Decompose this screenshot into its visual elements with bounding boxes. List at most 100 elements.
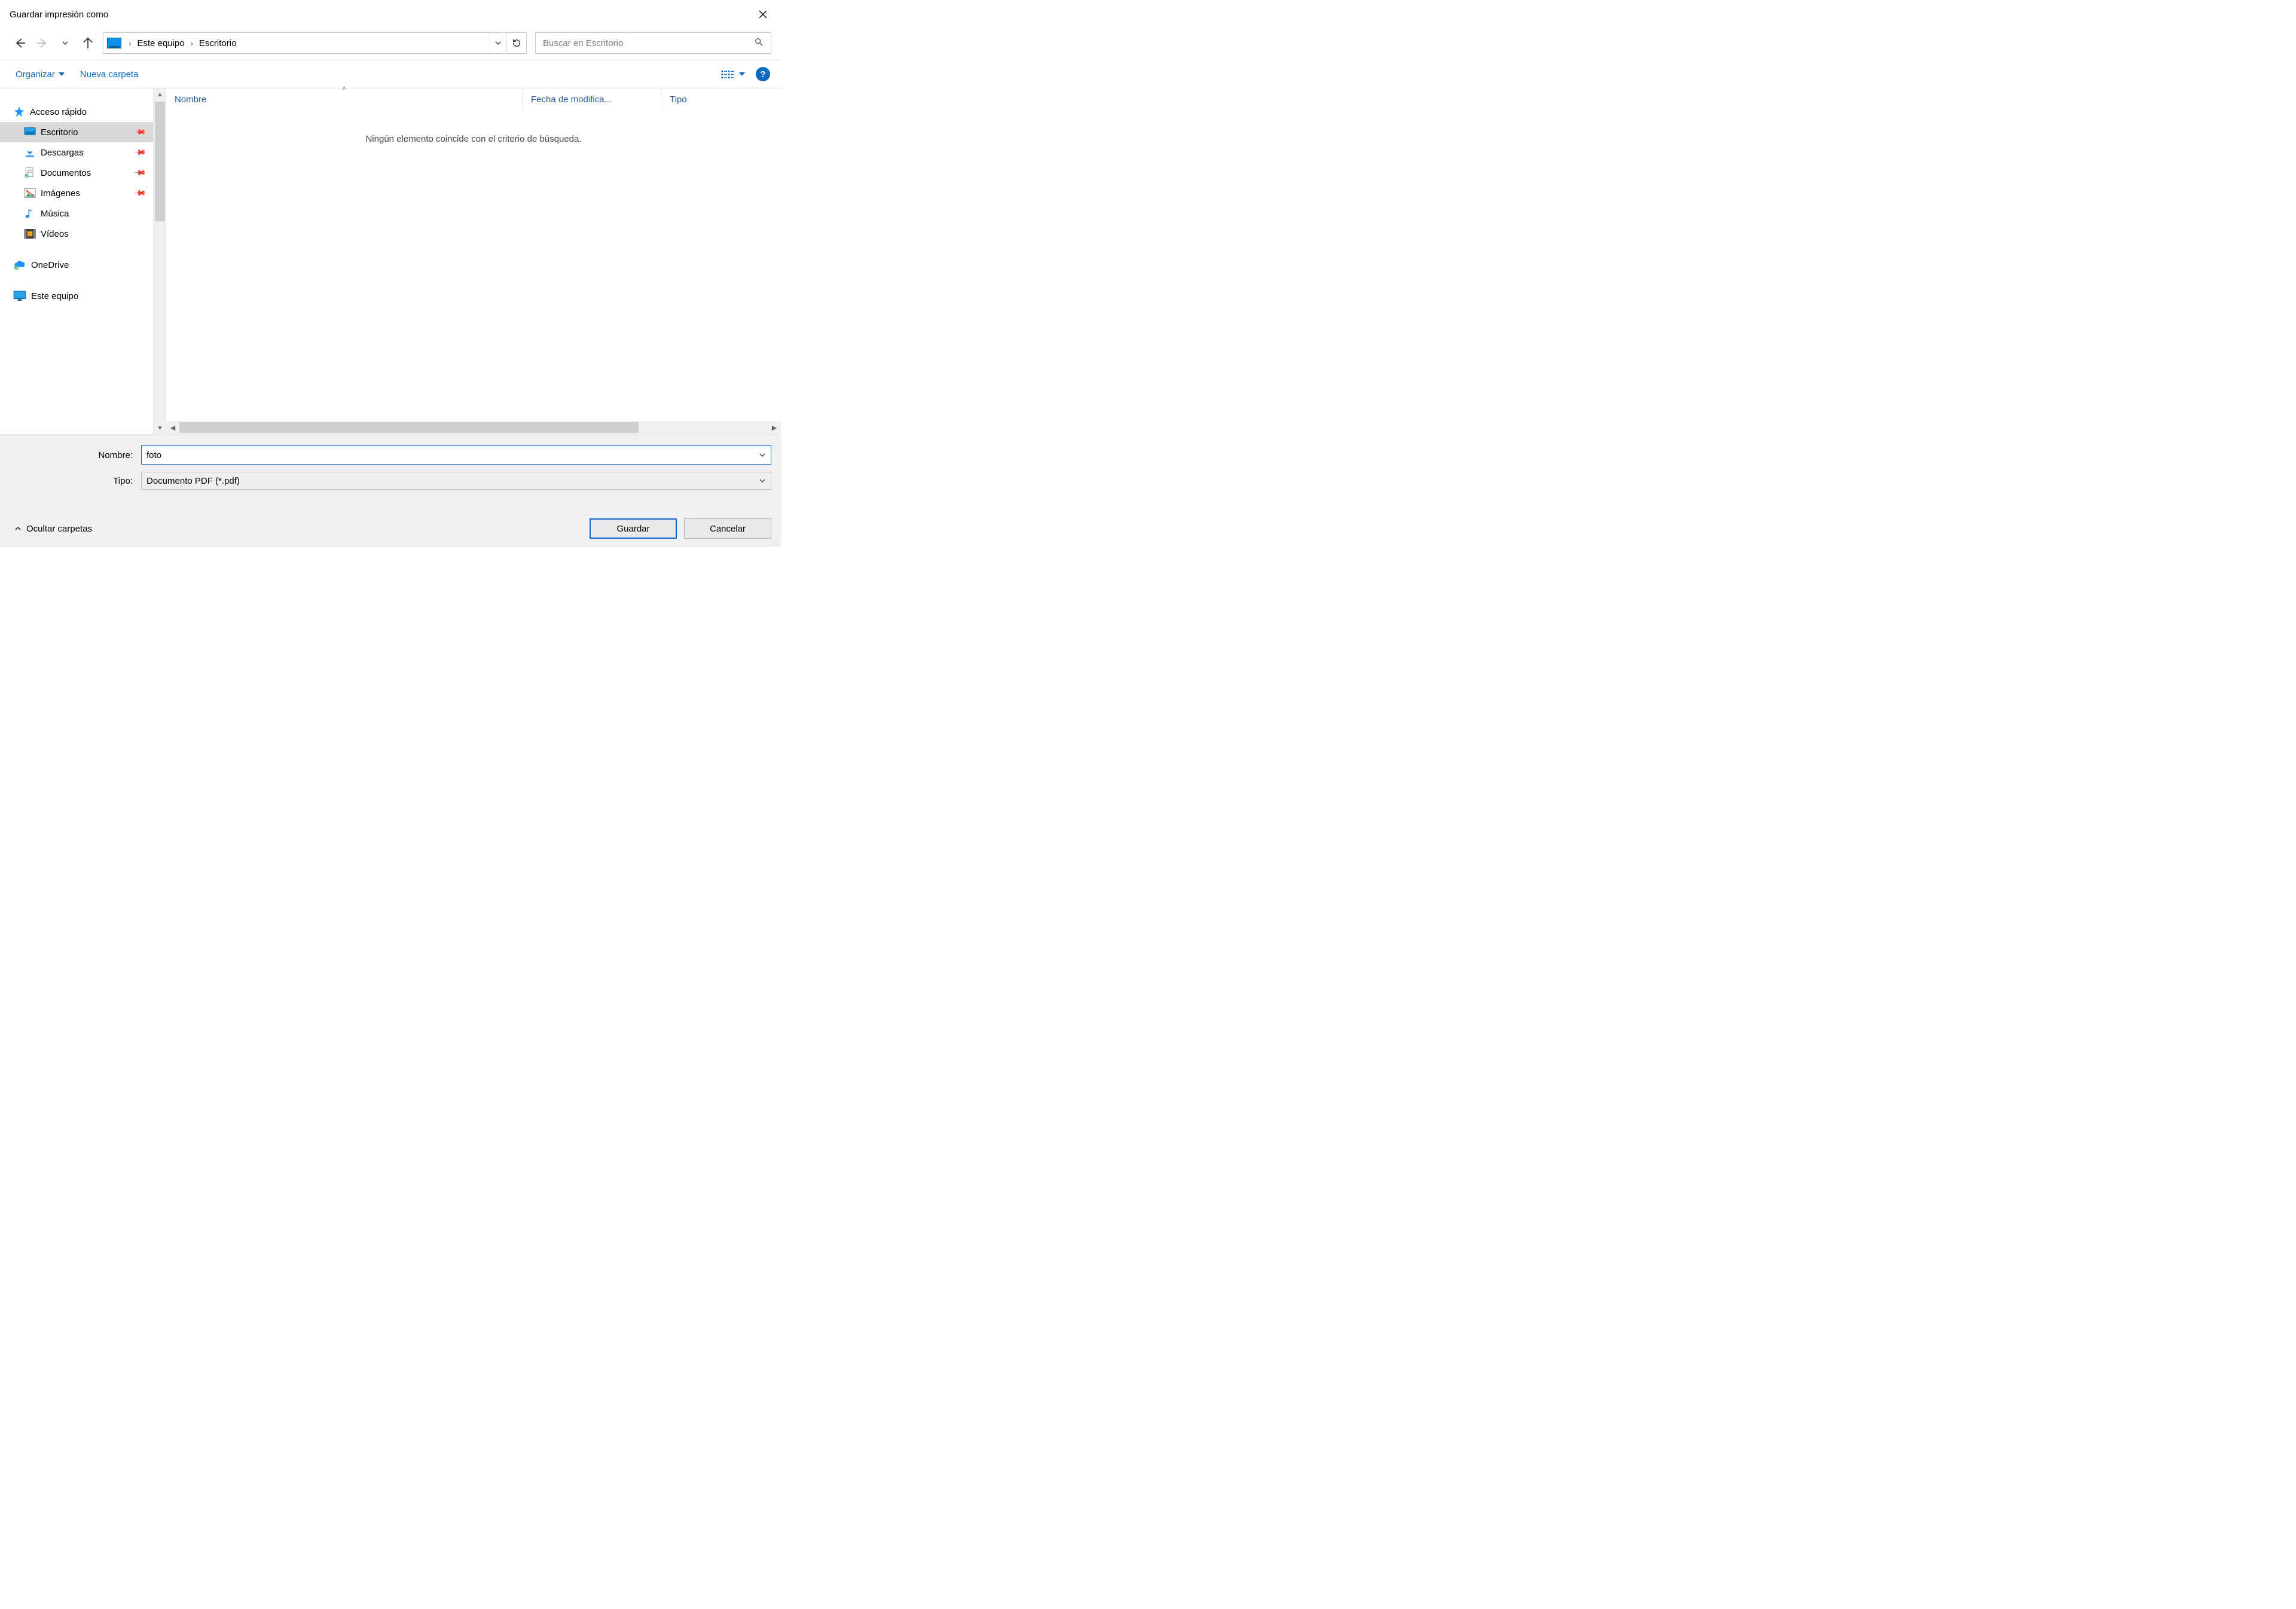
- music-icon: [24, 207, 36, 219]
- save-button[interactable]: Guardar: [590, 518, 677, 539]
- new-folder-label: Nueva carpeta: [80, 69, 139, 80]
- help-icon: ?: [760, 69, 765, 80]
- search-box[interactable]: [535, 32, 771, 54]
- nav-row: › Este equipo › Escritorio: [0, 26, 781, 60]
- scroll-right-icon[interactable]: ▶: [768, 421, 781, 434]
- back-button[interactable]: [11, 34, 29, 52]
- search-input[interactable]: [542, 38, 752, 49]
- column-type-label: Tipo: [670, 94, 687, 105]
- recent-dropdown[interactable]: [56, 34, 74, 52]
- column-name[interactable]: ∧ Nombre: [166, 88, 523, 110]
- desktop-icon: [24, 127, 36, 138]
- breadcrumb-desktop[interactable]: Escritorio: [198, 36, 238, 51]
- images-icon: [24, 188, 36, 199]
- save-label: Guardar: [616, 524, 649, 534]
- tree-label: Documentos: [41, 168, 91, 178]
- monitor-icon: [13, 291, 26, 301]
- chevron-down-icon: [759, 451, 766, 459]
- cancel-label: Cancelar: [710, 524, 746, 534]
- tree-label: Música: [41, 209, 69, 219]
- column-date[interactable]: Fecha de modifica...: [523, 88, 661, 110]
- empty-message: Ningún elemento coincide con el criterio…: [166, 110, 781, 144]
- resize-grip-icon[interactable]: .::: [772, 542, 778, 545]
- forward-button[interactable]: [33, 34, 51, 52]
- hide-folders-label: Ocultar carpetas: [26, 524, 92, 534]
- file-hscrollbar[interactable]: ◀ ▶: [166, 421, 781, 434]
- hide-folders-toggle[interactable]: Ocultar carpetas: [10, 524, 92, 534]
- organize-button[interactable]: Organizar: [16, 69, 65, 80]
- file-list-panel: ∧ Nombre Fecha de modifica... Tipo Ningú…: [166, 88, 781, 434]
- tree-label: Vídeos: [41, 229, 69, 239]
- tree-item-escritorio[interactable]: Escritorio 📌: [0, 122, 153, 142]
- column-name-label: Nombre: [175, 94, 206, 105]
- chevron-right-icon: ›: [124, 39, 136, 48]
- videos-icon: [24, 228, 36, 239]
- tree-item-documentos[interactable]: Documentos 📌: [0, 163, 153, 183]
- onedrive-icon: [13, 260, 26, 270]
- filename-dropdown[interactable]: [754, 446, 771, 464]
- filename-input-wrap[interactable]: [141, 445, 771, 465]
- tree-item-descargas[interactable]: Descargas 📌: [0, 142, 153, 163]
- chevron-down-icon: [759, 477, 766, 484]
- scroll-thumb[interactable]: [155, 102, 165, 221]
- filename-input[interactable]: [142, 446, 754, 464]
- search-icon[interactable]: [752, 37, 766, 49]
- filename-row: Nombre:: [10, 445, 771, 465]
- tree-this-pc[interactable]: Este equipo: [0, 286, 153, 306]
- help-button[interactable]: ?: [756, 67, 770, 81]
- tree-label: OneDrive: [31, 260, 69, 270]
- tree-label: Escritorio: [41, 127, 78, 138]
- scroll-up-icon[interactable]: ▲: [154, 88, 166, 100]
- close-button[interactable]: [750, 5, 776, 24]
- tree-onedrive[interactable]: OneDrive: [0, 255, 153, 275]
- arrow-right-icon: [36, 37, 48, 49]
- tree-label: Imágenes: [41, 188, 80, 199]
- address-dropdown[interactable]: [489, 33, 506, 53]
- tree-item-musica[interactable]: Música: [0, 203, 153, 224]
- chevron-down-icon: [494, 39, 502, 47]
- pin-icon: 📌: [133, 166, 147, 180]
- new-folder-button[interactable]: Nueva carpeta: [80, 69, 139, 80]
- close-icon: [759, 10, 767, 19]
- main-area: Acceso rápido Escritorio 📌 Descargas 📌: [0, 88, 781, 435]
- star-icon: [13, 106, 25, 118]
- filetype-label: Tipo:: [10, 476, 136, 486]
- up-button[interactable]: [79, 34, 97, 52]
- column-type[interactable]: Tipo: [661, 88, 781, 110]
- titlebar: Guardar impresión como: [0, 0, 781, 26]
- refresh-button[interactable]: [506, 33, 526, 53]
- save-as-dialog: Guardar impresión como: [0, 0, 781, 547]
- tree-label: Descargas: [41, 148, 84, 158]
- documents-icon: [24, 167, 36, 179]
- column-date-label: Fecha de modifica...: [531, 94, 612, 105]
- download-icon: [24, 146, 36, 158]
- arrow-up-icon: [82, 37, 94, 49]
- arrow-left-icon: [14, 37, 26, 49]
- chevron-right-icon: ›: [186, 39, 198, 48]
- nav-tree: Acceso rápido Escritorio 📌 Descargas 📌: [0, 88, 153, 434]
- chevron-up-icon: [14, 525, 22, 532]
- tree-label: Este equipo: [31, 291, 78, 301]
- organize-label: Organizar: [16, 69, 55, 80]
- filetype-row: Tipo: Documento PDF (*.pdf): [10, 472, 771, 490]
- cancel-button[interactable]: Cancelar: [684, 518, 771, 539]
- footer: Ocultar carpetas Guardar Cancelar: [10, 497, 771, 539]
- tree-scrollbar[interactable]: ▲ ▼: [153, 88, 166, 434]
- pin-icon: 📌: [133, 126, 147, 139]
- breadcrumb-this-pc[interactable]: Este equipo: [136, 36, 185, 51]
- refresh-icon: [512, 38, 521, 48]
- tree-label: Acceso rápido: [30, 107, 87, 117]
- filetype-select[interactable]: Documento PDF (*.pdf): [141, 472, 771, 490]
- scroll-left-icon[interactable]: ◀: [166, 421, 179, 434]
- view-mode-button[interactable]: [721, 70, 745, 78]
- address-bar[interactable]: › Este equipo › Escritorio: [103, 32, 527, 54]
- tree-item-imagenes[interactable]: Imágenes 📌: [0, 183, 153, 203]
- sort-asc-icon: ∧: [342, 85, 346, 91]
- toolbar: Organizar Nueva carpeta: [0, 60, 781, 88]
- scroll-thumb[interactable]: [179, 422, 639, 433]
- tree-quick-access[interactable]: Acceso rápido: [0, 102, 153, 122]
- tree-item-videos[interactable]: Vídeos: [0, 224, 153, 244]
- view-details-icon: [721, 70, 734, 78]
- this-pc-icon: [107, 38, 121, 48]
- scroll-down-icon[interactable]: ▼: [154, 422, 166, 434]
